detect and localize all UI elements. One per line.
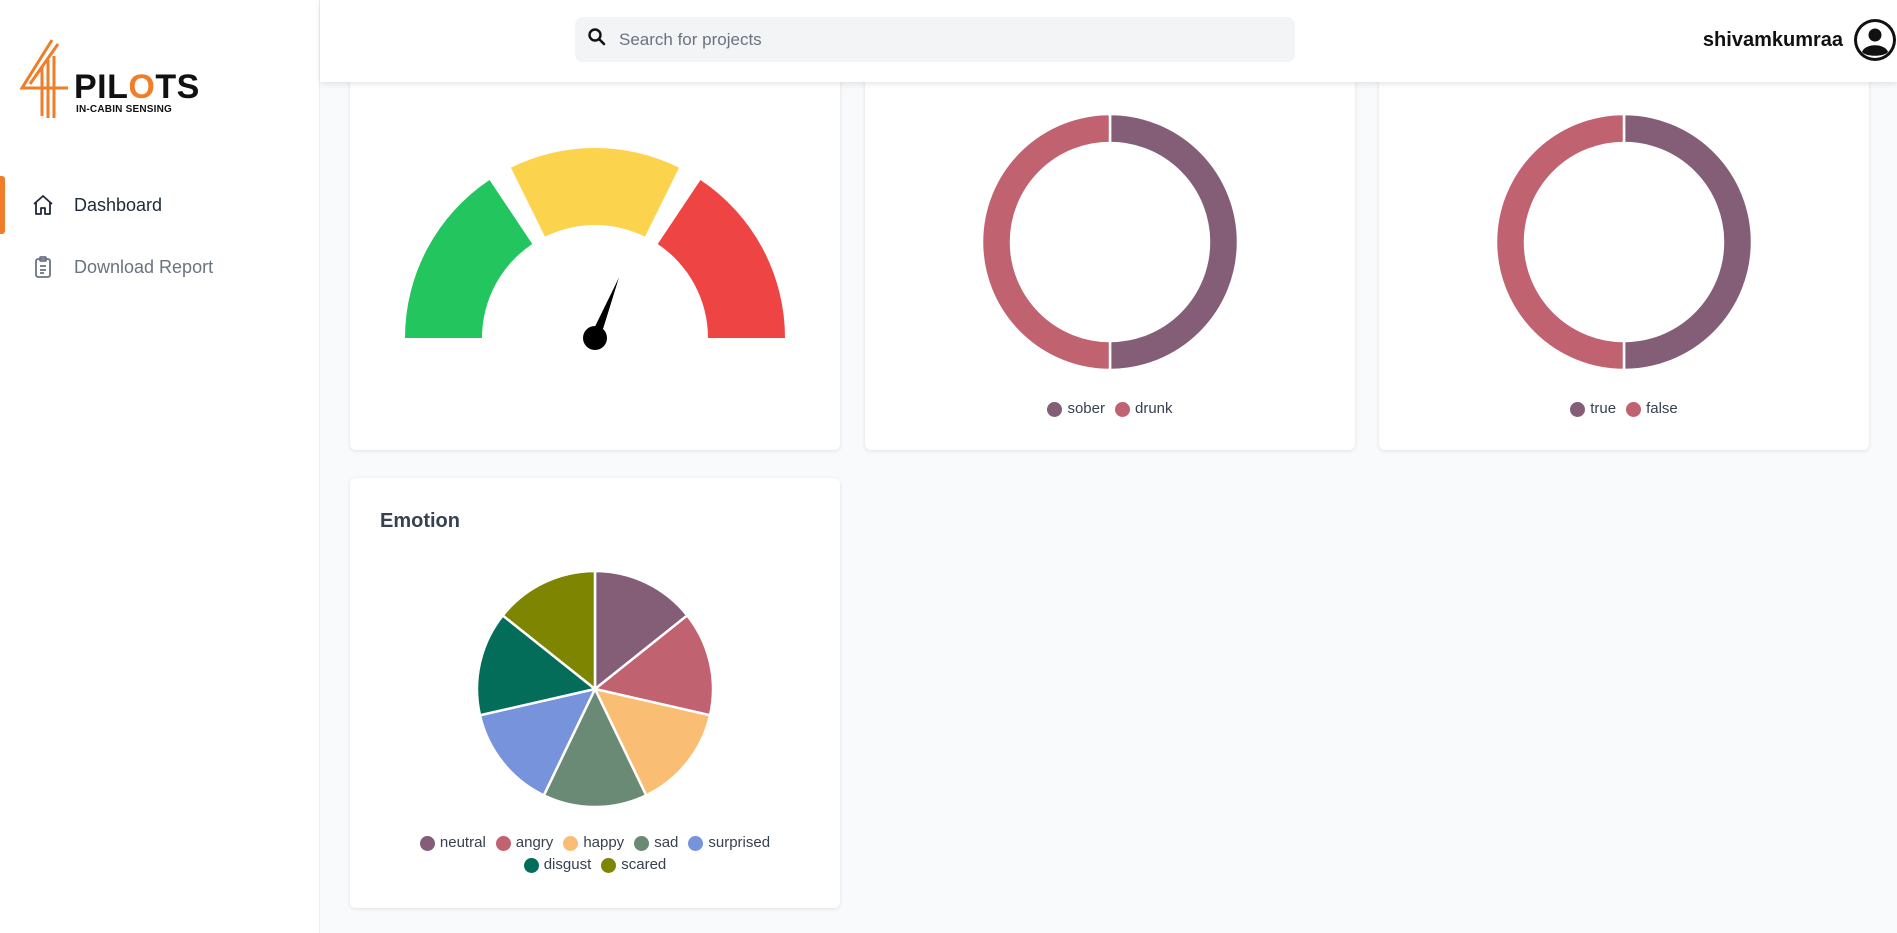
- legend-swatch: [1570, 401, 1586, 417]
- legend-item-false[interactable]: false: [1626, 398, 1678, 420]
- legend-item-neutral[interactable]: neutral: [419, 832, 486, 854]
- doughnut-segment-sober[interactable]: [1108, 112, 1240, 372]
- legend-swatch: [495, 835, 511, 851]
- speed-gauge: [405, 148, 785, 350]
- chart-legend: sober drunk: [865, 398, 1355, 420]
- gauge-needle-hub: [583, 326, 607, 350]
- legend-label: sad: [654, 834, 679, 851]
- legend-item-drunk[interactable]: drunk: [1115, 398, 1173, 420]
- legend-label: sober: [1067, 400, 1105, 417]
- legend-item-happy[interactable]: happy: [563, 832, 624, 854]
- legend-item-true[interactable]: true: [1570, 398, 1616, 420]
- legend-swatch: [688, 835, 704, 851]
- doughnut-segment-drunk[interactable]: [980, 112, 1112, 372]
- legend-swatch: [634, 835, 650, 851]
- chart-legend: neutral angry happy sad surprised disgust scar…: [350, 832, 840, 876]
- chart-legend: true false: [1379, 398, 1869, 420]
- gauge-card: [350, 70, 840, 450]
- doughnut-segment-true[interactable]: [1622, 112, 1754, 372]
- user-menu[interactable]: shivamkumraa: [1703, 17, 1897, 63]
- gauge-segment-red: [657, 179, 785, 338]
- legend-item-sober[interactable]: sober: [1047, 398, 1105, 420]
- legend-label: drunk: [1135, 400, 1173, 417]
- app-logo[interactable]: PILOTS IN-CABIN SENSING: [18, 38, 208, 120]
- legend-label: disgust: [543, 856, 592, 873]
- legend-swatch: [523, 857, 539, 873]
- sidebar-item-dashboard[interactable]: Dashboard: [0, 176, 320, 234]
- doughnut-segment-false[interactable]: [1494, 112, 1626, 372]
- sidebar: PILOTS IN-CABIN SENSING Dashboard Downlo…: [0, 0, 320, 933]
- sidebar-item-label: Download Report: [74, 256, 214, 277]
- search-box[interactable]: [575, 17, 1295, 62]
- legend-label: scared: [621, 856, 667, 873]
- emotion-chart-card: Emotion neutral angry happy sad surprised dis…: [350, 478, 840, 908]
- sobriety-chart-card: sober drunk: [865, 70, 1355, 450]
- user-avatar-icon[interactable]: [1853, 18, 1897, 62]
- legend-swatch: [563, 835, 579, 851]
- logo-wordmark: PILOTS: [74, 68, 200, 106]
- search-icon: [587, 27, 607, 52]
- boolean-doughnut-chart: [1494, 112, 1754, 372]
- legend-item-angry[interactable]: angry: [495, 832, 554, 854]
- legend-item-surprised[interactable]: surprised: [688, 832, 770, 854]
- legend-label: false: [1646, 400, 1678, 417]
- search-input[interactable]: [619, 29, 1259, 50]
- sobriety-doughnut-chart: [980, 112, 1240, 372]
- username-label: shivamkumraa: [1702, 28, 1843, 51]
- clipboard-icon: [30, 254, 56, 280]
- sidebar-nav: Dashboard Download Report: [0, 176, 320, 300]
- sidebar-item-label: Dashboard: [74, 194, 163, 215]
- top-header: shivamkumraa: [320, 0, 1897, 82]
- home-icon: [30, 192, 56, 218]
- legend-swatch: [601, 857, 617, 873]
- boolean-chart-card: true false: [1379, 70, 1869, 450]
- legend-label: angry: [515, 834, 554, 851]
- legend-item-sad[interactable]: sad: [634, 832, 678, 854]
- legend-swatch: [419, 835, 435, 851]
- legend-swatch: [1626, 401, 1642, 417]
- gauge-segment-green: [405, 179, 533, 338]
- legend-label: neutral: [439, 834, 486, 851]
- emotion-pie-chart: [475, 569, 715, 809]
- legend-item-disgust[interactable]: disgust: [523, 854, 592, 876]
- sidebar-item-download-report[interactable]: Download Report: [0, 238, 320, 296]
- legend-swatch: [1047, 401, 1063, 417]
- legend-item-scared[interactable]: scared: [601, 854, 666, 876]
- legend-label: happy: [583, 834, 625, 851]
- legend-label: surprised: [708, 834, 771, 851]
- gauge-segment-yellow: [510, 148, 680, 237]
- legend-label: true: [1590, 400, 1617, 417]
- legend-swatch: [1115, 401, 1130, 417]
- logo-tagline: IN-CABIN SENSING: [76, 104, 172, 115]
- logo-four-mark: [19, 39, 68, 118]
